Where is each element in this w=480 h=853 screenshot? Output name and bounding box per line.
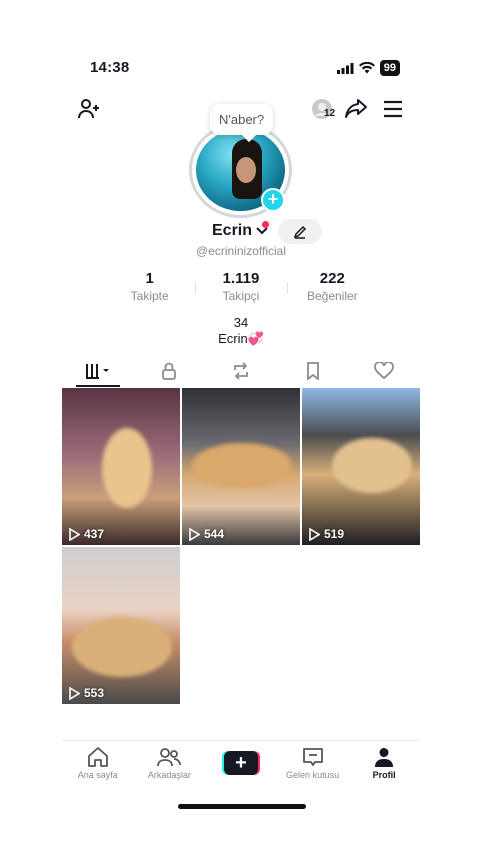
nav-home[interactable]: Ana sayfa: [62, 741, 134, 792]
video-grid: 437 544 519 553: [62, 388, 420, 704]
play-count: 544: [188, 527, 224, 541]
video-thumbnail[interactable]: 519: [302, 388, 420, 545]
stat-label: Beğeniler: [306, 289, 358, 303]
stat-following[interactable]: 1 Takipte: [104, 270, 195, 303]
notification-count: 12: [324, 108, 336, 119]
play-count-value: 437: [84, 527, 105, 541]
nav-inbox[interactable]: Gelen kutusu: [277, 741, 349, 792]
nav-label: Profil: [372, 770, 396, 780]
nav-profile[interactable]: Profil: [348, 741, 420, 792]
play-count-value: 544: [204, 527, 225, 541]
thumbnail-hair-shape: [72, 617, 172, 677]
video-thumbnail[interactable]: 553: [62, 547, 180, 704]
nav-friends[interactable]: Arkadaşlar: [134, 741, 206, 792]
thumbnail-hair-shape: [332, 438, 412, 493]
thumbnail-hair-shape: [102, 428, 152, 508]
add-story-plus-icon[interactable]: +: [261, 188, 285, 212]
profile-name: Ecrin: [212, 222, 253, 239]
status-bubble[interactable]: N'aber?: [210, 104, 274, 135]
edit-profile-button[interactable]: [278, 219, 322, 244]
play-icon: [189, 527, 200, 541]
pencil-icon: [293, 225, 307, 239]
inbox-icon: [302, 748, 323, 766]
profile-tabs: [62, 354, 420, 388]
grid-videos-icon: [85, 364, 109, 379]
play-count-value: 553: [84, 686, 105, 700]
profile-views-icon[interactable]: 12: [307, 96, 337, 122]
bottom-nav: Ana sayfa Arkadaşlar + Gelen kutusu Prof…: [62, 740, 420, 792]
bookmark-icon: [306, 362, 319, 380]
friends-icon: [157, 748, 182, 767]
stat-value: 222: [319, 270, 345, 287]
play-count: 553: [68, 686, 104, 700]
wifi-icon: [358, 62, 375, 74]
create-plus-icon: +: [221, 751, 260, 775]
play-count: 519: [308, 527, 344, 541]
nav-create[interactable]: +: [205, 741, 277, 792]
thumbnail-hair-shape: [192, 443, 292, 488]
nav-label: Ana sayfa: [77, 770, 118, 780]
play-count: 437: [68, 527, 104, 541]
battery-level: 99: [379, 60, 400, 76]
tab-saved[interactable]: [277, 354, 349, 388]
share-icon[interactable]: [343, 96, 369, 122]
play-icon: [69, 527, 80, 541]
play-icon: [309, 527, 320, 541]
tab-reposts[interactable]: [205, 354, 277, 388]
stat-label: Takipçi: [222, 289, 260, 303]
status-dot: [262, 221, 269, 228]
avatar-photo-face: [236, 157, 256, 183]
stat-followers[interactable]: 1.119 Takipçi: [195, 270, 286, 303]
status-time: 14:38: [90, 59, 130, 76]
nav-label: Arkadaşlar: [147, 770, 191, 780]
video-thumbnail[interactable]: 437: [62, 388, 180, 545]
play-icon: [69, 686, 80, 700]
username: @ecrininizofficial: [196, 244, 286, 258]
play-count-value: 519: [324, 527, 345, 541]
status-icons: 99: [336, 60, 400, 76]
add-friend-icon[interactable]: [76, 96, 102, 122]
stat-value: 1.119: [222, 270, 260, 287]
bio-line-1: 34: [233, 315, 249, 330]
stat-label: Takipte: [130, 289, 169, 303]
phone-screen: 14:38 99 12 N'aber? + Ecrin @ecrininizof…: [62, 48, 420, 820]
menu-icon[interactable]: [380, 96, 406, 122]
home-icon: [87, 747, 108, 767]
repost-icon: [234, 362, 248, 380]
tab-videos[interactable]: [62, 354, 134, 388]
lock-icon: [162, 362, 177, 380]
heart-icon: [374, 362, 395, 380]
stat-likes[interactable]: 222 Beğeniler: [286, 270, 378, 303]
profile-icon: [375, 748, 394, 767]
home-indicator: [178, 804, 306, 809]
status-bar: 14:38 99: [62, 58, 420, 78]
tab-private[interactable]: [134, 354, 206, 388]
tab-liked[interactable]: [348, 354, 420, 388]
nav-label: Gelen kutusu: [286, 770, 340, 780]
stat-value: 1: [145, 270, 154, 287]
bio-line-2: Ecrin💞: [218, 331, 264, 346]
signal-icon: [336, 62, 354, 74]
profile-stats: 1 Takipte 1.119 Takipçi 222 Beğeniler: [104, 270, 378, 303]
video-thumbnail[interactable]: 544: [182, 388, 300, 545]
profile-name-row[interactable]: Ecrin: [212, 222, 269, 240]
